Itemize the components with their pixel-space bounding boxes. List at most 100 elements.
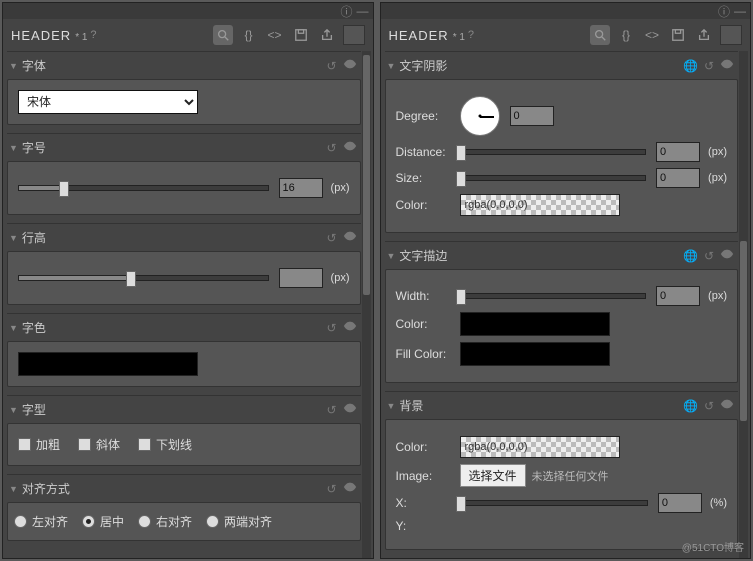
code-icon[interactable]: <> — [265, 25, 285, 45]
panel-header: HEADER * 1 ? {} <> — [381, 19, 751, 51]
eye-icon[interactable] — [343, 480, 357, 497]
help-icon[interactable]: ? — [468, 29, 474, 41]
lineheight-value[interactable] — [279, 268, 323, 288]
font-select[interactable]: 宋体 — [18, 90, 198, 114]
degree-dial[interactable] — [460, 96, 500, 136]
section-head-style[interactable]: ▼ 字型 ↺ — [7, 395, 361, 423]
header-sub: * 1 — [75, 32, 87, 43]
braces-icon[interactable]: {} — [239, 25, 259, 45]
section-body-bg: Color: rgba(0,0,0,0) Image: 选择文件 未选择任何文件… — [385, 419, 739, 550]
section-head-shadow[interactable]: ▼ 文字阴影 🌐 ↺ — [385, 51, 739, 79]
collapse-icon: ▼ — [387, 251, 396, 261]
font-color-box[interactable] — [18, 352, 198, 376]
help-icon[interactable]: ? — [90, 29, 96, 41]
eye-icon[interactable] — [343, 139, 357, 156]
section-body-lineheight: (px) — [7, 251, 361, 305]
bg-color-box[interactable]: rgba(0,0,0,0) — [460, 436, 620, 458]
bg-x-slider[interactable] — [460, 500, 648, 506]
section-head-lineheight[interactable]: ▼ 行高 ↺ — [7, 223, 361, 251]
export-icon[interactable] — [317, 25, 337, 45]
globe-icon[interactable]: 🌐 — [683, 249, 698, 263]
panel-top-bar: ⓘ — — [381, 3, 751, 19]
eye-icon[interactable] — [720, 397, 734, 414]
color-swatch[interactable] — [343, 25, 365, 45]
left-panel: ⓘ — HEADER * 1 ? {} <> ▼ 字体 ↺ 宋体 — [2, 2, 374, 559]
radio-align-justify[interactable]: 两端对齐 — [206, 513, 272, 530]
radio-align-right[interactable]: 右对齐 — [138, 513, 192, 530]
panel-top-bar: ⓘ — — [3, 3, 373, 19]
stroke-width-slider[interactable] — [460, 293, 647, 299]
eye-icon[interactable] — [343, 319, 357, 336]
minimize-icon[interactable]: — — [734, 4, 746, 18]
panel-header: HEADER * 1 ? {} <> — [3, 19, 373, 51]
reset-icon[interactable]: ↺ — [704, 59, 714, 73]
color-swatch[interactable] — [720, 25, 742, 45]
stroke-width-value[interactable]: 0 — [656, 286, 700, 306]
section-body-color — [7, 341, 361, 387]
shadow-size-slider[interactable] — [460, 175, 647, 181]
section-head-size[interactable]: ▼ 字号 ↺ — [7, 133, 361, 161]
section-head-bg[interactable]: ▼ 背景 🌐 ↺ — [385, 391, 739, 419]
section-head-font[interactable]: ▼ 字体 ↺ — [7, 51, 361, 79]
section-head-color[interactable]: ▼ 字色 ↺ — [7, 313, 361, 341]
reset-icon[interactable]: ↺ — [326, 231, 336, 245]
info-icon[interactable]: ⓘ — [340, 3, 352, 20]
reset-icon[interactable]: ↺ — [326, 59, 336, 73]
reset-icon[interactable]: ↺ — [704, 399, 714, 413]
save-icon[interactable] — [291, 25, 311, 45]
search-icon[interactable] — [590, 25, 610, 45]
save-icon[interactable] — [668, 25, 688, 45]
distance-slider[interactable] — [460, 149, 647, 155]
choose-file-button[interactable]: 选择文件 — [460, 464, 526, 487]
header-tools: {} <> — [213, 25, 365, 45]
scrollbar[interactable] — [362, 51, 371, 558]
distance-value[interactable]: 0 — [656, 142, 700, 162]
section-body-stroke: Width: 0 (px) Color: Fill Color: — [385, 269, 739, 383]
section-head-align[interactable]: ▼ 对齐方式 ↺ — [7, 474, 361, 502]
font-size-slider[interactable] — [18, 185, 269, 191]
header-title: HEADER — [11, 28, 71, 43]
info-icon[interactable]: ⓘ — [718, 3, 730, 20]
collapse-icon: ▼ — [9, 143, 18, 153]
collapse-icon: ▼ — [9, 323, 18, 333]
stroke-color-box[interactable] — [460, 312, 610, 336]
eye-icon[interactable] — [343, 229, 357, 246]
braces-icon[interactable]: {} — [616, 25, 636, 45]
shadow-size-value[interactable]: 0 — [656, 168, 700, 188]
eye-icon[interactable] — [343, 401, 357, 418]
collapse-icon: ▼ — [9, 405, 18, 415]
right-scroll-content: ▼ 文字阴影 🌐 ↺ Degree: 0 Distance: 0 (px) — [381, 51, 751, 558]
stroke-fill-box[interactable] — [460, 342, 610, 366]
eye-icon[interactable] — [343, 57, 357, 74]
lineheight-slider[interactable] — [18, 275, 269, 281]
reset-icon[interactable]: ↺ — [326, 482, 336, 496]
section-head-stroke[interactable]: ▼ 文字描边 🌐 ↺ — [385, 241, 739, 269]
reset-icon[interactable]: ↺ — [326, 321, 336, 335]
checkbox-bold[interactable]: 加粗 — [18, 436, 60, 453]
checkbox-underline[interactable]: 下划线 — [138, 436, 192, 453]
search-icon[interactable] — [213, 25, 233, 45]
collapse-icon: ▼ — [9, 233, 18, 243]
reset-icon[interactable]: ↺ — [326, 403, 336, 417]
minimize-icon[interactable]: — — [357, 4, 369, 18]
section-body-font: 宋体 — [7, 79, 361, 125]
eye-icon[interactable] — [720, 247, 734, 264]
checkbox-italic[interactable]: 斜体 — [78, 436, 120, 453]
reset-icon[interactable]: ↺ — [326, 141, 336, 155]
shadow-color-box[interactable]: rgba(0,0,0,0) — [460, 194, 620, 216]
section-body-shadow: Degree: 0 Distance: 0 (px) Size: 0 (px) — [385, 79, 739, 233]
scrollbar[interactable] — [739, 51, 748, 558]
font-size-value[interactable]: 16 — [279, 178, 323, 198]
degree-value[interactable]: 0 — [510, 106, 554, 126]
section-body-size: 16 (px) — [7, 161, 361, 215]
bg-x-value[interactable]: 0 — [658, 493, 702, 513]
radio-align-center[interactable]: 居中 — [82, 513, 124, 530]
reset-icon[interactable]: ↺ — [704, 249, 714, 263]
globe-icon[interactable]: 🌐 — [683, 399, 698, 413]
code-icon[interactable]: <> — [642, 25, 662, 45]
globe-icon[interactable]: 🌐 — [683, 59, 698, 73]
radio-align-left[interactable]: 左对齐 — [14, 513, 68, 530]
collapse-icon: ▼ — [9, 61, 18, 71]
export-icon[interactable] — [694, 25, 714, 45]
eye-icon[interactable] — [720, 57, 734, 74]
